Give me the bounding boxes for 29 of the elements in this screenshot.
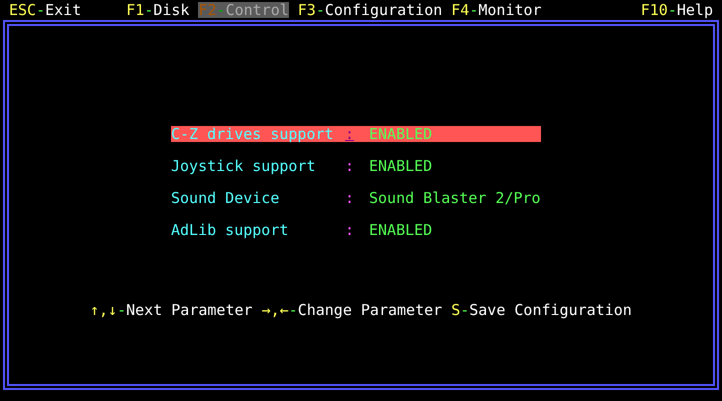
setting-colon: : <box>345 158 354 174</box>
setting-value: ENABLED <box>369 126 432 142</box>
menu-item[interactable]: ESC-Exit <box>9 2 82 18</box>
setting-row[interactable]: Joystick support : ENABLED <box>171 158 541 174</box>
hint-label: Next Parameter <box>126 302 253 318</box>
setting-row[interactable]: AdLib support : ENABLED <box>171 222 541 238</box>
setting-label: AdLib support <box>171 222 290 238</box>
setting-label: C-Z drives support <box>171 126 335 142</box>
hint-label: Save Configuration <box>469 302 632 318</box>
hint-dash: - <box>460 302 470 318</box>
setting-colon: : <box>345 222 354 238</box>
hint-dash: - <box>117 302 126 318</box>
setting-value: ENABLED <box>369 158 432 174</box>
hint-key: S <box>451 302 460 318</box>
menu-item[interactable]: F1-Disk <box>126 2 190 18</box>
setting-value: ENABLED <box>369 222 432 238</box>
setting-label: Joystick support <box>171 158 316 174</box>
setting-colon: : <box>345 190 354 206</box>
menu-item[interactable]: F3-Configuration <box>298 2 442 18</box>
hint-label: Change Parameter <box>298 302 442 318</box>
hint-key: →,← <box>262 302 289 318</box>
hint-dash: - <box>288 302 298 318</box>
menu-item[interactable]: F4-Monitor <box>451 2 542 18</box>
setting-label: Sound Device <box>171 190 280 206</box>
menu-item[interactable]: F10-Help <box>640 2 713 18</box>
setting-value: Sound Blaster 2/Pro <box>369 190 541 206</box>
hint-key: ↑,↓ <box>90 302 118 318</box>
setting-row[interactable]: Sound Device : Sound Blaster 2/Pro <box>171 190 541 206</box>
setting-colon: : <box>345 126 354 142</box>
